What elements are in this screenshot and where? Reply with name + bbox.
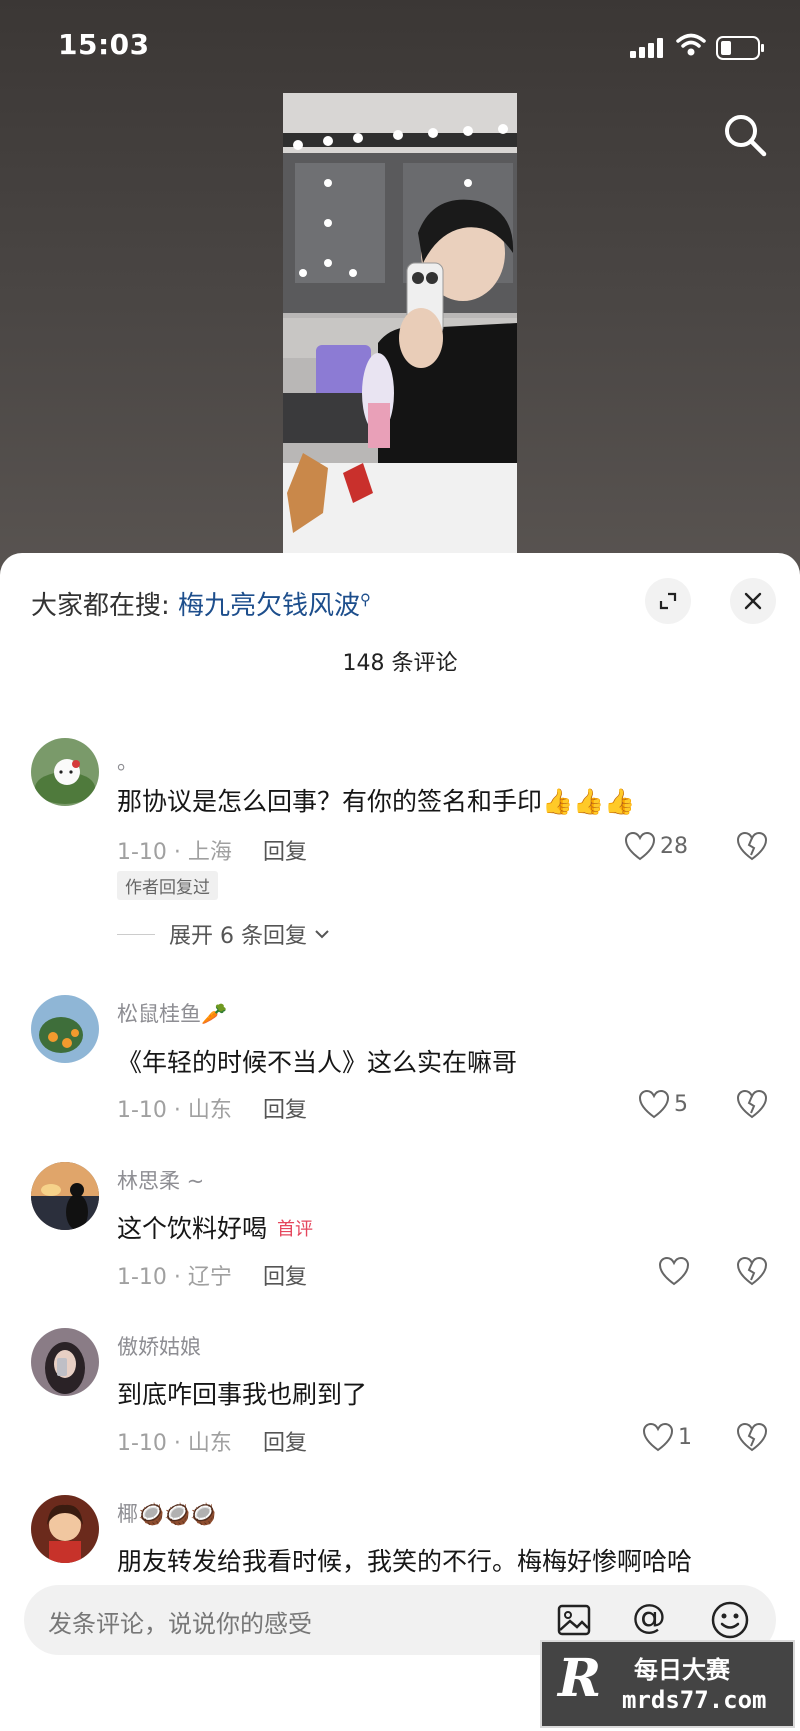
status-bar: 15:03 bbox=[0, 0, 800, 96]
comment-date-location: 1-10 · 山东 bbox=[117, 1431, 232, 1456]
broken-heart-icon[interactable] bbox=[736, 1089, 768, 1119]
battery-icon bbox=[716, 36, 764, 60]
comment-date-location: 1-10 · 辽宁 bbox=[117, 1265, 232, 1290]
signal-icon bbox=[630, 38, 663, 58]
status-time: 15:03 bbox=[58, 28, 150, 61]
hot-search-prefix: 大家都在搜: bbox=[31, 591, 179, 621]
like-button[interactable] bbox=[658, 1256, 694, 1286]
close-icon bbox=[744, 592, 762, 610]
comment-username[interactable]: 林思柔 ~ bbox=[117, 1165, 204, 1195]
reply-button[interactable]: 回复 bbox=[263, 1425, 307, 1457]
watermark-logo: R 每日大赛 mrds77.com bbox=[540, 1640, 795, 1728]
watermark-line2: mrds77.com bbox=[622, 1686, 767, 1714]
heart-icon bbox=[642, 1422, 674, 1452]
reply-button[interactable]: 回复 bbox=[263, 1259, 307, 1291]
hot-search-bar[interactable]: 大家都在搜: 梅九亮欠钱风波⚲ bbox=[31, 585, 371, 622]
expand-replies-label: 展开 6 条回复 bbox=[169, 924, 307, 949]
like-button[interactable]: 5 bbox=[638, 1089, 688, 1119]
heart-icon bbox=[638, 1089, 670, 1119]
reply-button[interactable]: 回复 bbox=[263, 834, 307, 866]
video-thumbnail[interactable] bbox=[283, 93, 517, 553]
chevron-down-icon bbox=[315, 930, 329, 939]
like-button[interactable]: 1 bbox=[642, 1422, 692, 1452]
comment-date-location: 1-10 · 上海 bbox=[117, 840, 232, 865]
image-icon[interactable] bbox=[556, 1602, 592, 1638]
broken-heart-icon[interactable] bbox=[736, 1422, 768, 1452]
video-frame-image bbox=[283, 93, 517, 553]
expand-icon bbox=[659, 592, 677, 610]
broken-heart-icon[interactable] bbox=[736, 831, 768, 861]
like-count: 5 bbox=[674, 1091, 688, 1117]
comment-username[interactable]: 傲娇姑娘 bbox=[117, 1331, 201, 1361]
comment-text: 朋友转发给我看时候，我笑的不行。梅梅好惨啊哈哈 bbox=[117, 1547, 693, 1576]
divider-line bbox=[117, 933, 155, 935]
comment-text: 这个饮料好喝 首评 bbox=[117, 1209, 313, 1245]
like-count: 28 bbox=[660, 833, 688, 859]
avatar[interactable] bbox=[31, 738, 99, 806]
first-comment-badge: 首评 bbox=[277, 1219, 314, 1240]
comment-text: 《年轻的时候不当人》这么实在嘛哥 bbox=[117, 1048, 518, 1077]
comment-text: 到底咋回事我也刷到了 bbox=[117, 1380, 368, 1409]
close-button[interactable] bbox=[730, 578, 776, 624]
comment-text-content: 这个饮料好喝 bbox=[117, 1214, 268, 1243]
avatar[interactable] bbox=[31, 1328, 99, 1396]
expand-replies-button[interactable]: 展开 6 条回复 bbox=[117, 918, 331, 950]
comment-username[interactable]: 。 bbox=[117, 746, 138, 776]
like-button[interactable]: 28 bbox=[624, 831, 688, 861]
avatar[interactable] bbox=[31, 1162, 99, 1230]
comment-input-placeholder[interactable]: 发条评论，说说你的感受 bbox=[48, 1604, 312, 1639]
comment-count: 148 条评论 bbox=[342, 651, 458, 676]
broken-heart-icon[interactable] bbox=[736, 1256, 768, 1286]
hot-search-term[interactable]: 梅九亮欠钱风波 bbox=[178, 591, 360, 621]
wifi-icon bbox=[676, 33, 706, 56]
at-icon[interactable]: @ bbox=[632, 1597, 666, 1637]
comment-username[interactable]: 松鼠桂鱼🥕 bbox=[117, 998, 227, 1028]
emoji-icon[interactable] bbox=[710, 1600, 750, 1640]
search-icon[interactable] bbox=[720, 110, 770, 160]
watermark-r: R bbox=[558, 1648, 602, 1709]
comment-text: 那协议是怎么回事？有你的签名和手印👍👍👍 bbox=[117, 787, 636, 816]
comment-username[interactable]: 椰🥥🥥🥥 bbox=[117, 1498, 216, 1528]
reply-button[interactable]: 回复 bbox=[263, 1092, 307, 1124]
like-count: 1 bbox=[678, 1424, 692, 1450]
author-replied-badge: 作者回复过 bbox=[117, 871, 218, 900]
heart-icon bbox=[624, 831, 656, 861]
avatar[interactable] bbox=[31, 1495, 99, 1563]
comment-date-location: 1-10 · 山东 bbox=[117, 1098, 232, 1123]
heart-icon bbox=[658, 1256, 690, 1286]
watermark-line1: 每日大赛 bbox=[634, 1656, 730, 1684]
avatar[interactable] bbox=[31, 995, 99, 1063]
video-background: 15:03 bbox=[0, 0, 800, 600]
expand-button[interactable] bbox=[645, 578, 691, 624]
small-search-icon: ⚲ bbox=[360, 590, 372, 609]
